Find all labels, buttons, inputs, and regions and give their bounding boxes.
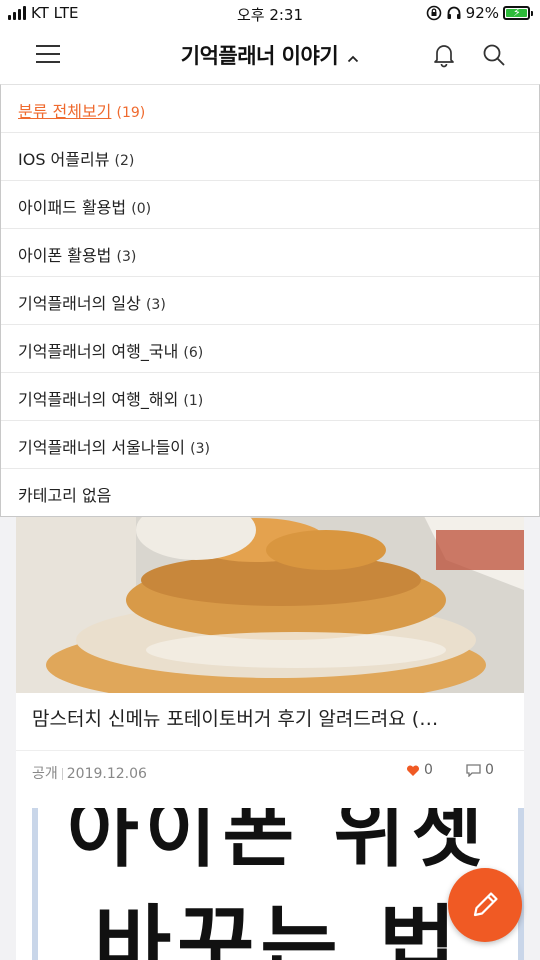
category-name: 카테고리 없음 <box>18 486 112 505</box>
category-item[interactable]: 기억플래너의 일상 (3) <box>1 277 539 325</box>
search-button[interactable] <box>481 42 507 68</box>
category-item[interactable]: 카테고리 없음 <box>1 469 539 517</box>
category-count: (3) <box>145 297 166 313</box>
blog-title-dropdown[interactable]: 기억플래너 이야기 <box>0 40 540 70</box>
like-count: 0 <box>424 762 433 778</box>
category-count: (0) <box>131 201 152 217</box>
headphones-icon <box>447 6 461 19</box>
category-item-all[interactable]: 분류 전체보기 (19) <box>1 85 539 133</box>
status-right: 92% ⚡ <box>426 4 533 22</box>
post-date: 2019.12.06 <box>66 766 147 782</box>
category-count: (19) <box>116 105 146 121</box>
category-count: (1) <box>183 393 204 409</box>
category-item[interactable]: 기억플래너의 서울나들이 (3) <box>1 421 539 469</box>
comment-button[interactable]: 0 <box>466 762 494 778</box>
app-header: 기억플래너 이야기 <box>0 28 540 84</box>
category-name: 기억플래너의 여행_해외 <box>18 390 179 409</box>
post-meta: 공개 2019.12.06 <box>32 763 147 783</box>
heart-icon <box>406 764 420 776</box>
category-item[interactable]: IOS 어플리뷰 (2) <box>1 133 539 181</box>
post-visibility: 공개 <box>32 766 58 782</box>
post-title[interactable]: 맘스터치 신메뉴 포테이토버거 후기 알려드려요 (… <box>32 704 508 731</box>
category-count: (2) <box>114 153 135 169</box>
search-icon <box>483 44 505 66</box>
category-item[interactable]: 아이패드 활용법 (0) <box>1 181 539 229</box>
category-count: (3) <box>116 249 137 265</box>
battery-icon: ⚡ <box>503 6 533 20</box>
thumbnail-text: 아이폰 위젯 <box>67 808 489 878</box>
like-button[interactable]: 0 <box>406 762 433 778</box>
category-name: 기억플래너의 여행_국내 <box>18 342 179 361</box>
blog-title: 기억플래너 이야기 <box>180 44 339 68</box>
post-card[interactable]: 아이폰 위젯 바꾸는 법 <box>16 808 524 960</box>
battery-percent: 92% <box>465 4 499 22</box>
status-bar: KT LTE 오후 2:31 92% ⚡ <box>0 0 540 28</box>
write-post-button[interactable] <box>448 868 522 942</box>
category-name: 기억플래너의 일상 <box>18 294 141 313</box>
pencil-icon <box>473 892 498 917</box>
category-count: (3) <box>190 441 210 457</box>
category-item[interactable]: 아이폰 활용법 (3) <box>1 229 539 277</box>
post-thumbnail[interactable]: 아이폰 위젯 바꾸는 법 <box>32 808 524 960</box>
category-dropdown: 분류 전체보기 (19) IOS 어플리뷰 (2) 아이패드 활용법 (0) 아… <box>0 84 540 517</box>
category-item[interactable]: 기억플래너의 여행_국내 (6) <box>1 325 539 373</box>
category-name: 분류 전체보기 <box>18 102 112 121</box>
divider <box>16 750 524 751</box>
bell-icon <box>434 45 454 68</box>
category-name: 아이패드 활용법 <box>18 198 127 217</box>
category-name: IOS 어플리뷰 <box>18 150 110 169</box>
comment-icon <box>466 763 481 777</box>
chevron-up-icon <box>348 55 359 62</box>
orientation-lock-icon <box>426 5 441 21</box>
comment-count: 0 <box>485 762 494 778</box>
category-item[interactable]: 기억플래너의 여행_해외 (1) <box>1 373 539 421</box>
notifications-button[interactable] <box>431 42 457 68</box>
category-name: 기억플래너의 서울나들이 <box>18 438 186 457</box>
category-count: (6) <box>183 345 204 361</box>
category-name: 아이폰 활용법 <box>18 246 112 265</box>
